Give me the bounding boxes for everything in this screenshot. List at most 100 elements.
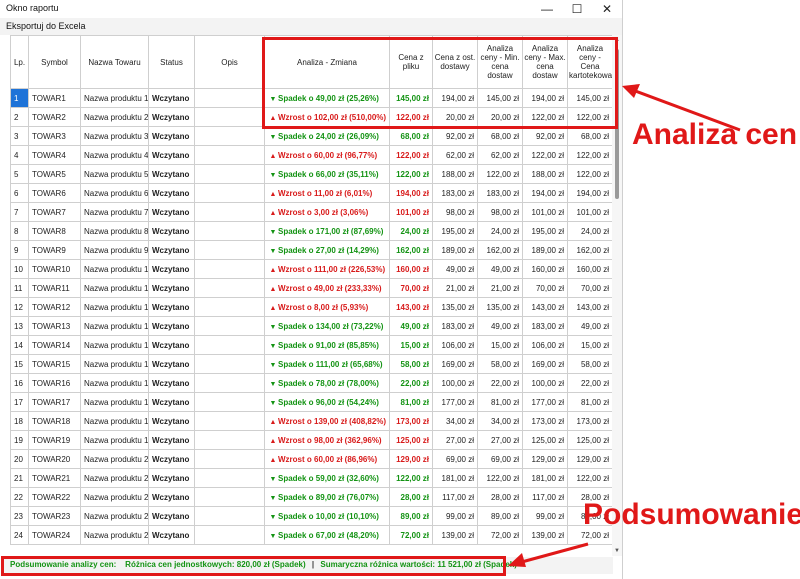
last-delivery-price-cell[interactable]: 183,00 zł: [432, 183, 478, 203]
row-number-cell[interactable]: 18: [10, 411, 29, 431]
last-delivery-price-cell[interactable]: 195,00 zł: [432, 221, 478, 241]
status-cell[interactable]: Wczytano: [148, 164, 195, 184]
last-delivery-price-cell[interactable]: 34,00 zł: [432, 411, 478, 431]
min-delivery-price-cell[interactable]: 62,00 zł: [477, 145, 523, 165]
column-header[interactable]: Lp.: [10, 35, 29, 89]
min-delivery-price-cell[interactable]: 58,00 zł: [477, 354, 523, 374]
status-cell[interactable]: Wczytano: [148, 335, 195, 355]
product-name-cell[interactable]: Nazwa produktu 1: [80, 88, 149, 108]
symbol-cell[interactable]: TOWAR13: [28, 316, 81, 336]
catalog-price-cell[interactable]: 58,00 zł: [567, 354, 612, 374]
last-delivery-price-cell[interactable]: 106,00 zł: [432, 335, 478, 355]
product-name-cell[interactable]: Nazwa produktu 9: [80, 240, 149, 260]
product-name-cell[interactable]: Nazwa produktu 15: [80, 354, 149, 374]
file-price-cell[interactable]: 160,00 zł: [389, 259, 433, 279]
catalog-price-cell[interactable]: 173,00 zł: [567, 411, 612, 431]
price-change-cell[interactable]: ▼ Spadek o 78,00 zł (78,00%): [264, 373, 390, 393]
file-price-cell[interactable]: 194,00 zł: [389, 183, 433, 203]
row-number-cell[interactable]: 21: [10, 468, 29, 488]
product-name-cell[interactable]: Nazwa produktu 17: [80, 392, 149, 412]
min-delivery-price-cell[interactable]: 122,00 zł: [477, 164, 523, 184]
column-header[interactable]: Nazwa Towaru: [80, 35, 149, 89]
catalog-price-cell[interactable]: 68,00 zł: [567, 126, 612, 146]
product-name-cell[interactable]: Nazwa produktu 11: [80, 278, 149, 298]
row-number-cell[interactable]: 3: [10, 126, 29, 146]
catalog-price-cell[interactable]: 125,00 zł: [567, 430, 612, 450]
file-price-cell[interactable]: 101,00 zł: [389, 202, 433, 222]
file-price-cell[interactable]: 143,00 zł: [389, 297, 433, 317]
file-price-cell[interactable]: 125,00 zł: [389, 430, 433, 450]
last-delivery-price-cell[interactable]: 183,00 zł: [432, 316, 478, 336]
max-delivery-price-cell[interactable]: 189,00 zł: [522, 240, 568, 260]
file-price-cell[interactable]: 129,00 zł: [389, 449, 433, 469]
price-change-cell[interactable]: ▲ Wzrost o 49,00 zł (233,33%): [264, 278, 390, 298]
status-cell[interactable]: Wczytano: [148, 259, 195, 279]
table-row[interactable]: 5 TOWAR5 Nazwa produktu 5 Wczytano ▼ Spadek o…: [10, 164, 612, 184]
price-change-cell[interactable]: ▼ Spadek o 171,00 zł (87,69%): [264, 221, 390, 241]
description-cell[interactable]: [194, 240, 265, 260]
file-price-cell[interactable]: 24,00 zł: [389, 221, 433, 241]
symbol-cell[interactable]: TOWAR2: [28, 107, 81, 127]
min-delivery-price-cell[interactable]: 28,00 zł: [477, 487, 523, 507]
status-cell[interactable]: Wczytano: [148, 297, 195, 317]
price-change-cell[interactable]: ▼ Spadek o 24,00 zł (26,09%): [264, 126, 390, 146]
price-change-cell[interactable]: ▲ Wzrost o 11,00 zł (6,01%): [264, 183, 390, 203]
column-header[interactable]: Analiza ceny - Cena kartotekowa: [567, 35, 612, 89]
product-name-cell[interactable]: Nazwa produktu 20: [80, 449, 149, 469]
description-cell[interactable]: [194, 411, 265, 431]
minimize-icon[interactable]: —: [532, 0, 562, 18]
description-cell[interactable]: [194, 221, 265, 241]
max-delivery-price-cell[interactable]: 122,00 zł: [522, 107, 568, 127]
max-delivery-price-cell[interactable]: 169,00 zł: [522, 354, 568, 374]
catalog-price-cell[interactable]: 15,00 zł: [567, 335, 612, 355]
symbol-cell[interactable]: TOWAR7: [28, 202, 81, 222]
last-delivery-price-cell[interactable]: 62,00 zł: [432, 145, 478, 165]
symbol-cell[interactable]: TOWAR19: [28, 430, 81, 450]
description-cell[interactable]: [194, 449, 265, 469]
vertical-scrollbar[interactable]: ▲ ▼: [612, 35, 622, 556]
table-row[interactable]: 24 TOWAR24 Nazwa produktu 24 Wczytano ▼ Spade…: [10, 525, 612, 545]
table-row[interactable]: 20 TOWAR20 Nazwa produktu 20 Wczytano ▲ Wzros…: [10, 449, 612, 469]
file-price-cell[interactable]: 145,00 zł: [389, 88, 433, 108]
table-row[interactable]: 4 TOWAR4 Nazwa produktu 4 Wczytano ▲ Wzrost o…: [10, 145, 612, 165]
export-to-excel-menu-item[interactable]: Eksportuj do Excela: [6, 21, 86, 31]
description-cell[interactable]: [194, 373, 265, 393]
price-change-cell[interactable]: ▼ Spadek o 67,00 zł (48,20%): [264, 525, 390, 545]
symbol-cell[interactable]: TOWAR3: [28, 126, 81, 146]
status-cell[interactable]: Wczytano: [148, 468, 195, 488]
scroll-down-icon[interactable]: ▼: [612, 546, 622, 556]
price-change-cell[interactable]: ▼ Spadek o 134,00 zł (73,22%): [264, 316, 390, 336]
price-change-cell[interactable]: ▲ Wzrost o 60,00 zł (86,96%): [264, 449, 390, 469]
last-delivery-price-cell[interactable]: 135,00 zł: [432, 297, 478, 317]
description-cell[interactable]: [194, 259, 265, 279]
product-name-cell[interactable]: Nazwa produktu 8: [80, 221, 149, 241]
price-change-cell[interactable]: ▼ Spadek o 10,00 zł (10,10%): [264, 506, 390, 526]
product-name-cell[interactable]: Nazwa produktu 7: [80, 202, 149, 222]
file-price-cell[interactable]: 22,00 zł: [389, 373, 433, 393]
last-delivery-price-cell[interactable]: 99,00 zł: [432, 506, 478, 526]
symbol-cell[interactable]: TOWAR21: [28, 468, 81, 488]
price-change-cell[interactable]: ▼ Spadek o 59,00 zł (32,60%): [264, 468, 390, 488]
product-name-cell[interactable]: Nazwa produktu 10: [80, 259, 149, 279]
symbol-cell[interactable]: TOWAR15: [28, 354, 81, 374]
column-header[interactable]: Analiza ceny - Max. cena dostaw: [522, 35, 568, 89]
column-header[interactable]: Symbol: [28, 35, 81, 89]
description-cell[interactable]: [194, 107, 265, 127]
catalog-price-cell[interactable]: 24,00 zł: [567, 221, 612, 241]
min-delivery-price-cell[interactable]: 135,00 zł: [477, 297, 523, 317]
min-delivery-price-cell[interactable]: 27,00 zł: [477, 430, 523, 450]
product-name-cell[interactable]: Nazwa produktu 12: [80, 297, 149, 317]
symbol-cell[interactable]: TOWAR6: [28, 183, 81, 203]
description-cell[interactable]: [194, 335, 265, 355]
status-cell[interactable]: Wczytano: [148, 240, 195, 260]
status-cell[interactable]: Wczytano: [148, 145, 195, 165]
max-delivery-price-cell[interactable]: 70,00 zł: [522, 278, 568, 298]
symbol-cell[interactable]: TOWAR12: [28, 297, 81, 317]
last-delivery-price-cell[interactable]: 139,00 zł: [432, 525, 478, 545]
last-delivery-price-cell[interactable]: 69,00 zł: [432, 449, 478, 469]
last-delivery-price-cell[interactable]: 49,00 zł: [432, 259, 478, 279]
file-price-cell[interactable]: 81,00 zł: [389, 392, 433, 412]
description-cell[interactable]: [194, 316, 265, 336]
description-cell[interactable]: [194, 354, 265, 374]
file-price-cell[interactable]: 15,00 zł: [389, 335, 433, 355]
